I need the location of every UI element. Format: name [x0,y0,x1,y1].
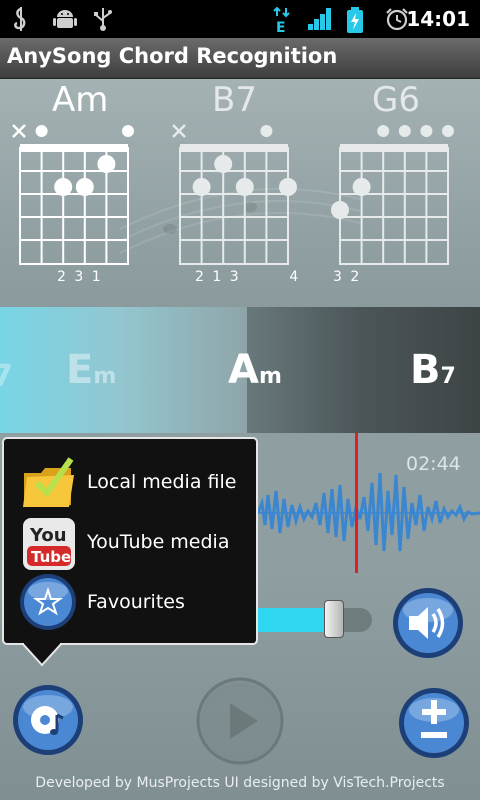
chord-diagram-g6[interactable] [328,118,458,268]
strip-chord-current: Am [228,347,282,393]
menu-item-favourites[interactable]: Favourites [4,573,256,633]
fingering-b7: 2 1 3 4 [195,269,299,285]
menu-item-label: Local media file [87,471,237,493]
menu-pointer [22,643,62,667]
svg-text:Tube: Tube [31,548,71,566]
svg-text:E: E [276,20,286,34]
menu-item-youtube[interactable]: You Tube YouTube media [4,513,256,573]
strip-chord-prev: Em [66,347,117,393]
star-icon [20,574,76,630]
volume-slider[interactable] [258,600,372,638]
volume-thumb[interactable] [324,600,344,638]
signal-icon [308,8,331,30]
menu-item-label: Favourites [87,591,185,613]
play-button[interactable] [194,675,286,767]
android-icon [53,10,77,28]
media-source-menu: Local media file You Tube YouTube media … [2,437,258,645]
title-bar: AnySong Chord Recognition [0,38,480,79]
fingering-am: 2 3 1 [57,269,101,285]
youtube-icon: You Tube [23,518,75,570]
battery-charging-icon [347,7,363,33]
muted-string-icon [172,124,186,138]
strip-chord-next: B7 [410,347,456,393]
svg-text:You: You [29,525,67,546]
playhead[interactable] [355,433,358,573]
menu-item-local-media[interactable]: Local media file [4,453,256,513]
status-time: 14:01 [406,7,470,31]
chord-timeline-strip[interactable]: 7 Em Am B7 [0,307,480,433]
strip-edge-chord-fragment: 7 [0,359,13,394]
data-transfer-icon: E [273,6,290,34]
playback-time: 02:44 [406,453,461,475]
chord-diagram-am[interactable] [8,118,138,268]
music-note-icon [14,7,26,31]
chord-name-g6: G6 [372,80,420,120]
usb-icon [94,8,112,31]
chord-name-am: Am [52,80,109,120]
menu-item-label: YouTube media [87,531,230,553]
app-title: AnySong Chord Recognition [7,44,338,68]
muted-string-icon [12,124,26,138]
add-remove-button[interactable] [397,686,471,760]
chord-diagram-b7[interactable] [168,118,298,268]
folder-icon [23,457,74,507]
chord-name-b7: B7 [212,80,257,120]
fingering-g6: 3 2 [333,269,360,285]
status-bar: E 14:01 [0,0,480,38]
media-source-button[interactable] [11,683,85,757]
volume-button[interactable] [391,586,465,660]
footer-credits: Developed by MusProjects UI designed by … [35,775,445,791]
